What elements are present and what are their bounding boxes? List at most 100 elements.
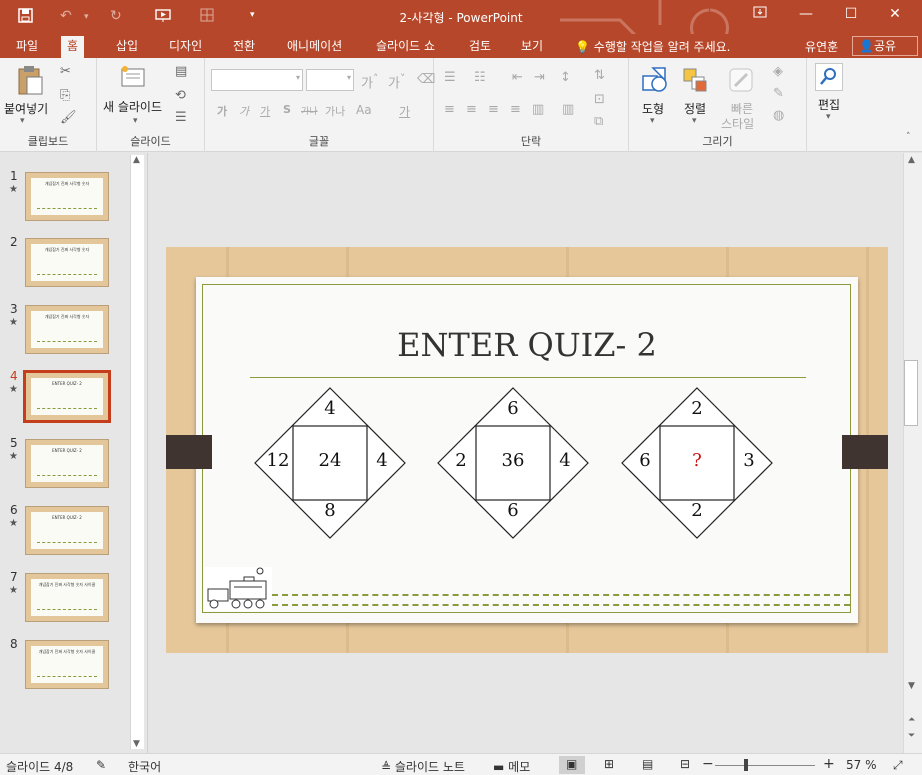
shape-outline-icon[interactable]: ✎ xyxy=(773,86,784,101)
tab-home[interactable]: 홈 xyxy=(61,36,85,58)
line-spacing-icon[interactable]: ↕ xyxy=(560,70,571,85)
grow-font-icon[interactable]: 가˄ xyxy=(361,72,378,91)
arrange-label[interactable]: 정렬 xyxy=(684,100,706,117)
slide-thumbnail[interactable]: 개념잡기 진짜 사각형 숫자 xyxy=(25,305,109,354)
decrease-indent-icon[interactable]: ⇤ xyxy=(512,70,523,85)
editing-dropdown-icon[interactable]: ▾ xyxy=(826,112,831,122)
scroll-down-icon[interactable]: ▼ xyxy=(133,739,140,749)
slide-thumbnail[interactable]: 개념잡기 진짜 사각형 숫자 사이클 xyxy=(25,573,109,622)
arrange-icon[interactable] xyxy=(681,66,711,97)
paste-icon[interactable] xyxy=(16,64,44,99)
maximize-icon[interactable]: ☐ xyxy=(836,6,866,22)
bullets-icon[interactable]: ☰ xyxy=(444,70,456,85)
slide-thumbnail[interactable]: ENTER QUIZ- 2 xyxy=(23,370,111,423)
zoom-slider-knob[interactable] xyxy=(744,759,748,771)
tell-me-box[interactable]: 💡 수행할 작업을 알려 주세요. xyxy=(575,38,730,55)
align-right-icon[interactable]: ≡ xyxy=(488,102,499,117)
slide-thumbnail[interactable]: 개념잡기 진짜 사각형 숫자 사이클 xyxy=(25,640,109,689)
shapes-icon[interactable] xyxy=(639,66,669,97)
increase-indent-icon[interactable]: ⇥ xyxy=(534,70,545,85)
slide-sorter-button[interactable]: ⊞ xyxy=(597,756,623,774)
text-direction-icon[interactable]: ⇅ xyxy=(594,68,605,83)
next-slide-icon[interactable]: ⏷ xyxy=(908,731,915,741)
spell-check-icon[interactable]: ✎ xyxy=(96,758,106,772)
smartart-icon[interactable]: ⧉ xyxy=(594,114,603,129)
previous-slide-icon[interactable]: ⏶ xyxy=(908,715,915,725)
tab-animations[interactable]: 애니메이션 xyxy=(281,38,348,58)
slide-thumbnail[interactable]: 개념잡기 진짜 사각형 숫자 xyxy=(25,238,109,287)
tab-slideshow[interactable]: 슬라이드 쇼 xyxy=(370,38,441,58)
language-indicator[interactable]: 한국어 xyxy=(128,758,161,775)
paste-dropdown-icon[interactable]: ▾ xyxy=(20,116,25,126)
cut-icon[interactable]: ✂ xyxy=(60,64,71,79)
new-slide-dropdown-icon[interactable]: ▾ xyxy=(133,116,138,126)
section-icon[interactable]: ☰ xyxy=(175,110,187,125)
reset-slide-icon[interactable]: ⟲ xyxy=(175,88,186,103)
justify-icon[interactable]: ≡ xyxy=(510,102,521,117)
thumbnail-scrollbar[interactable]: ▲ ▼ xyxy=(130,155,144,749)
font-size-dropdown-icon[interactable]: ▾ xyxy=(347,73,351,82)
shadow-button[interactable]: S xyxy=(283,103,291,116)
slide-scrollbar[interactable]: ▲ ▼ ⏶ ⏷ xyxy=(903,153,922,753)
character-spacing-button[interactable]: 가나 xyxy=(325,103,345,119)
tab-view[interactable]: 보기 xyxy=(515,38,549,58)
zoom-slider[interactable] xyxy=(715,765,815,766)
font-color-button[interactable]: 가 xyxy=(399,103,410,120)
shapes-dropdown-icon[interactable]: ▾ xyxy=(650,116,655,126)
editing-label[interactable]: 편집 xyxy=(818,96,840,113)
scroll-up-icon[interactable]: ▲ xyxy=(133,155,140,165)
distribute-icon[interactable]: ▥ xyxy=(532,102,544,117)
arrange-dropdown-icon[interactable]: ▾ xyxy=(692,116,697,126)
numbering-icon[interactable]: ☷ xyxy=(474,70,486,85)
font-size-input[interactable]: ▾ xyxy=(306,69,354,91)
zoom-level[interactable]: 57 % xyxy=(846,758,877,772)
current-slide[interactable]: ENTER QUIZ- 2 4 12 24 4 8 6 2 36 4 6 2 6? 3 2 xyxy=(166,247,888,653)
tab-transitions[interactable]: 전환 xyxy=(227,38,261,58)
search-icon[interactable] xyxy=(815,63,843,91)
notes-button[interactable]: ≜ 슬라이드 노트 xyxy=(381,758,465,775)
clear-format-icon[interactable]: ⌫ xyxy=(417,72,435,87)
tab-file[interactable]: 파일 xyxy=(10,38,44,58)
close-icon[interactable]: ✕ xyxy=(880,6,910,22)
copy-icon[interactable]: ⎘ xyxy=(60,88,70,103)
reading-view-button[interactable]: ▤ xyxy=(635,756,661,774)
minimize-icon[interactable]: — xyxy=(791,6,821,22)
paste-label[interactable]: 붙여넣기 xyxy=(4,100,48,117)
quick-styles-icon[interactable] xyxy=(727,66,757,97)
scroll-down-icon[interactable]: ▼ xyxy=(908,681,915,691)
share-button[interactable]: 👤공유 xyxy=(852,36,918,56)
user-name[interactable]: 유연훈 xyxy=(805,38,838,55)
collapse-ribbon-icon[interactable]: ˄ xyxy=(906,132,911,142)
shrink-font-icon[interactable]: 가˅ xyxy=(388,72,405,91)
shape-fill-icon[interactable]: ◈ xyxy=(773,64,783,79)
quick-styles-label-2[interactable]: 스타일 xyxy=(721,115,754,132)
slide-thumbnail[interactable]: ENTER QUIZ- 2 xyxy=(25,506,109,555)
italic-button[interactable]: 가 xyxy=(239,103,249,119)
underline-button[interactable]: 가 xyxy=(260,103,270,119)
strikethrough-button[interactable]: 가나 xyxy=(301,104,318,117)
tab-design[interactable]: 디자인 xyxy=(163,38,208,58)
align-text-icon[interactable]: ⊡ xyxy=(594,92,605,107)
comments-button[interactable]: ▬ 메모 xyxy=(493,758,530,775)
format-painter-icon[interactable]: 🖌 xyxy=(60,110,77,125)
scroll-up-icon[interactable]: ▲ xyxy=(908,155,915,165)
train-icon[interactable] xyxy=(204,567,272,611)
scrollbar-thumb[interactable] xyxy=(904,360,918,426)
slide-thumbnail[interactable]: 개념잡기 진짜 사각형 숫자 xyxy=(25,172,109,221)
font-name-input[interactable]: ▾ xyxy=(211,69,303,91)
change-case-button[interactable]: Aa xyxy=(356,103,372,117)
shapes-label[interactable]: 도형 xyxy=(642,100,664,117)
align-left-icon[interactable]: ≡ xyxy=(444,102,455,117)
align-center-icon[interactable]: ≡ xyxy=(466,102,477,117)
normal-view-button[interactable]: ▣ xyxy=(559,756,585,774)
bold-button[interactable]: 가 xyxy=(217,103,227,119)
font-name-dropdown-icon[interactable]: ▾ xyxy=(296,73,300,82)
zoom-in-icon[interactable]: + xyxy=(823,756,835,772)
columns-icon[interactable]: ▥ xyxy=(562,102,574,117)
new-slide-label[interactable]: 새 슬라이드 xyxy=(103,98,162,115)
ribbon-display-options-icon[interactable] xyxy=(745,6,775,22)
slide-layout-icon[interactable]: ▤ xyxy=(175,64,187,79)
fit-to-window-icon[interactable]: ⤢ xyxy=(893,758,903,773)
tab-insert[interactable]: 삽입 xyxy=(110,38,144,58)
slideshow-button[interactable]: ⊟ xyxy=(673,756,699,774)
